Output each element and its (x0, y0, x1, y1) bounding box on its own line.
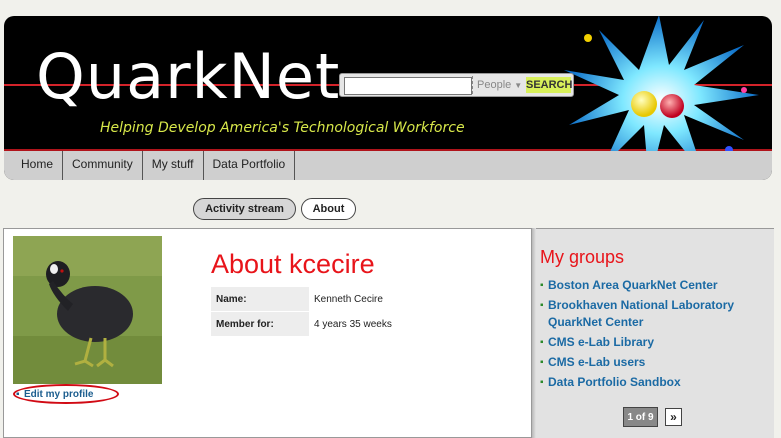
nav-item-my-stuff[interactable]: My stuff (143, 151, 204, 180)
bullet-icon: ▪ (540, 300, 544, 311)
sidebar-shadow (532, 228, 536, 438)
groups-title: My groups (540, 247, 625, 267)
list-item[interactable]: ▪ Brookhaven National Laboratory QuarkNet… (539, 297, 769, 331)
tab-activity-stream[interactable]: Activity stream (193, 198, 296, 220)
nav-item-community[interactable]: Community (63, 151, 143, 180)
group-link[interactable]: CMS e-Lab users (548, 355, 645, 369)
search-bar: People ▼ SEARCH (339, 73, 574, 97)
pager-current: 1 of 9 (623, 407, 658, 427)
search-button[interactable]: SEARCH (526, 77, 572, 93)
site-tagline: Helping Develop America's Technological … (100, 120, 465, 136)
site-logo[interactable]: QuarkNet (36, 46, 340, 108)
page-title: About kcecire (211, 249, 375, 279)
profile-panel: ▪ Edit my profile About kcecire Name: Ke… (3, 228, 532, 438)
bullet-icon: ▪ (540, 280, 544, 291)
search-scope-label: People (477, 79, 512, 91)
chevron-down-icon: ▼ (514, 81, 523, 90)
field-value: 4 years 35 weeks (309, 311, 499, 337)
bullet-icon: ▪ (540, 377, 544, 388)
search-input[interactable] (344, 77, 472, 95)
pager-next-button[interactable]: » (665, 408, 682, 426)
main-nav: Home Community My stuff Data Portfolio (4, 151, 772, 180)
highlight-ellipse (13, 384, 119, 404)
group-link[interactable]: Brookhaven National Laboratory QuarkNet … (548, 298, 734, 329)
group-link[interactable]: CMS e-Lab Library (548, 335, 654, 349)
avatar[interactable] (13, 236, 162, 384)
nav-item-home[interactable]: Home (4, 151, 64, 180)
table-row: Name: Kenneth Cecire (211, 287, 499, 312)
list-item[interactable]: ▪ Boston Area QuarkNet Center (539, 277, 769, 294)
group-link[interactable]: Data Portfolio Sandbox (548, 375, 681, 389)
list-item[interactable]: ▪ Data Portfolio Sandbox (539, 374, 769, 391)
tab-about[interactable]: About (301, 198, 356, 220)
groups-list: ▪ Boston Area QuarkNet Center ▪ Brookhaven… (539, 277, 769, 394)
group-link[interactable]: Boston Area QuarkNet Center (548, 278, 718, 292)
list-item[interactable]: ▪ CMS e-Lab Library (539, 334, 769, 351)
field-label: Member for: (211, 311, 309, 337)
groups-sidebar: My groups ▪ Boston Area QuarkNet Center ▪… (532, 228, 774, 438)
list-item[interactable]: ▪ CMS e-Lab users (539, 354, 769, 371)
nav-item-data-portfolio[interactable]: Data Portfolio (204, 151, 296, 180)
field-value: Kenneth Cecire (309, 287, 499, 312)
field-label: Name: (211, 287, 309, 312)
bullet-icon: ▪ (540, 337, 544, 348)
search-scope-select[interactable]: People ▼ (472, 76, 522, 94)
site-header: QuarkNet Helping Develop America's Techn… (4, 16, 772, 180)
table-row: Member for: 4 years 35 weeks (211, 311, 499, 337)
bullet-icon: ▪ (540, 357, 544, 368)
profile-info-table: Name: Kenneth Cecire Member for: 4 years… (211, 287, 499, 337)
